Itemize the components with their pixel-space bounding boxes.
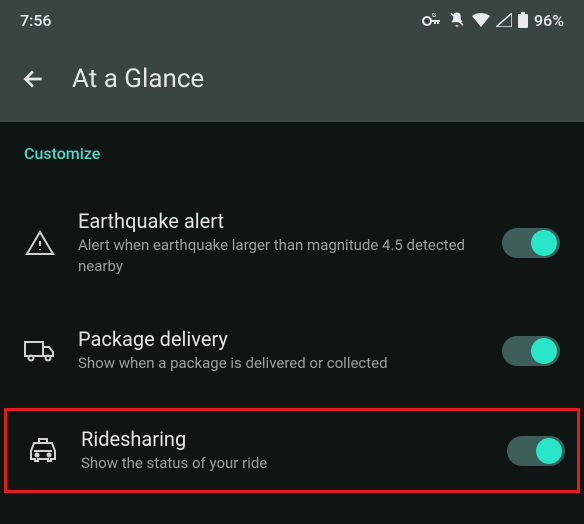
setting-ridesharing[interactable]: Ridesharing Show the status of your ride	[4, 408, 580, 493]
status-icons: G 96%	[422, 11, 564, 30]
content-area: Customize Earthquake alert Alert when ea…	[0, 122, 584, 493]
truck-icon	[24, 335, 56, 367]
status-time: 7:56	[20, 11, 52, 30]
battery-icon	[518, 12, 528, 28]
setting-package[interactable]: Package delivery Show when a package is …	[20, 311, 564, 390]
taxi-icon	[27, 435, 59, 467]
toggle-ridesharing[interactable]	[507, 436, 565, 466]
setting-title: Earthquake alert	[78, 209, 480, 233]
setting-title: Package delivery	[78, 327, 480, 351]
battery-percent: 96%	[534, 11, 564, 30]
setting-title: Ridesharing	[81, 427, 485, 451]
warning-triangle-icon	[24, 227, 56, 259]
setting-earthquake[interactable]: Earthquake alert Alert when earthquake l…	[20, 193, 564, 293]
arrow-left-icon	[21, 66, 47, 92]
page-title: At a Glance	[72, 64, 204, 94]
svg-text:G: G	[432, 13, 436, 19]
status-bar: 7:56 G 96%	[0, 0, 584, 40]
back-button[interactable]	[20, 65, 48, 93]
setting-desc: Show the status of your ride	[81, 453, 485, 474]
setting-text: Ridesharing Show the status of your ride	[81, 427, 485, 474]
setting-desc: Show when a package is delivered or coll…	[78, 353, 480, 374]
setting-desc: Alert when earthquake larger than magnit…	[78, 235, 480, 277]
section-label: Customize	[24, 144, 564, 163]
setting-text: Earthquake alert Alert when earthquake l…	[78, 209, 480, 277]
signal-icon	[496, 13, 512, 27]
toggle-earthquake[interactable]	[502, 228, 560, 258]
app-header: At a Glance	[0, 40, 584, 122]
setting-text: Package delivery Show when a package is …	[78, 327, 480, 374]
key-icon: G	[422, 13, 442, 27]
dnd-icon	[448, 11, 466, 29]
toggle-package[interactable]	[502, 336, 560, 366]
wifi-icon	[472, 13, 490, 27]
